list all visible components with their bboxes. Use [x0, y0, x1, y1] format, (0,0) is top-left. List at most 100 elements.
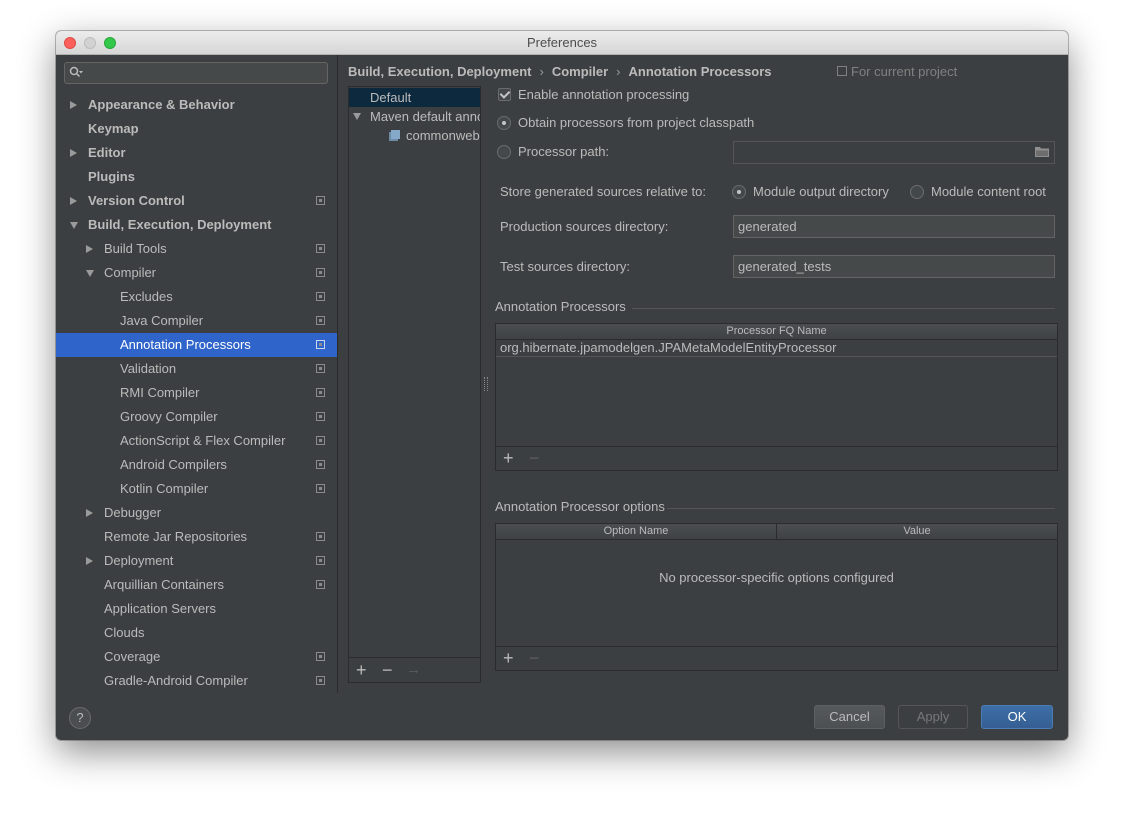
sidebar-item-keymap[interactable]: Keymap — [56, 117, 337, 141]
sidebar-item-java-compiler[interactable]: Java Compiler — [56, 309, 337, 333]
chevron-down-icon[interactable] — [70, 222, 78, 229]
folder-icon[interactable] — [1035, 146, 1049, 157]
sidebar-item-editor[interactable]: Editor — [56, 141, 337, 165]
chevron-down-icon[interactable] — [86, 270, 94, 277]
project-scope-icon — [316, 196, 325, 205]
chevron-right-icon[interactable] — [70, 101, 77, 109]
sidebar-item-label: Appearance & Behavior — [88, 97, 235, 112]
scope-indicator: For current project — [837, 62, 957, 82]
sidebar-item-label: Kotlin Compiler — [120, 481, 209, 496]
sidebar-item-actionscript-flex-compiler[interactable]: ActionScript & Flex Compiler — [56, 429, 337, 453]
obtain-from-classpath-radio[interactable] — [497, 116, 511, 130]
sidebar-item-compiler[interactable]: Compiler — [56, 261, 337, 285]
window-title: Preferences — [526, 35, 598, 50]
sidebar-item-gradle-android-compiler[interactable]: Gradle-Android Compiler — [56, 669, 337, 693]
sidebar-item-annotation-processors[interactable]: Annotation Processors — [56, 333, 337, 357]
remove-processor-button[interactable]: − — [529, 447, 540, 469]
sidebar-item-plugins[interactable]: Plugins — [56, 165, 337, 189]
breadcrumb-part: Build, Execution, Deployment — [348, 64, 532, 79]
processor-fq-name-header[interactable]: Processor FQ Name — [496, 324, 1057, 340]
profile-item-maven-default[interactable]: Maven default annotation processors prof… — [349, 107, 480, 126]
profiles-list: Default Maven default annotation process… — [348, 86, 481, 683]
profile-item-default[interactable]: Default — [349, 88, 480, 107]
sidebar-item-validation[interactable]: Validation — [56, 357, 337, 381]
cancel-button[interactable]: Cancel — [814, 705, 885, 729]
test-sources-label: Test sources directory: — [500, 259, 631, 274]
ok-button[interactable]: OK — [981, 705, 1053, 729]
sidebar-item-arquillian-containers[interactable]: Arquillian Containers — [56, 573, 337, 597]
settings-sidebar: Appearance & Behavior Keymap Editor Plugins… — [56, 55, 338, 693]
splitter-handle[interactable] — [484, 377, 488, 391]
apply-button[interactable]: Apply — [898, 705, 968, 729]
scope-label: For current project — [851, 64, 958, 79]
sidebar-item-label: Coverage — [104, 649, 161, 664]
test-sources-input[interactable]: generated_tests — [733, 255, 1055, 278]
option-name-header[interactable]: Option Name — [496, 524, 777, 540]
close-window-button[interactable] — [64, 37, 76, 49]
add-profile-button[interactable]: + — [356, 659, 367, 681]
sidebar-item-label: Version Control — [88, 193, 185, 208]
chevron-right-icon[interactable] — [70, 149, 77, 157]
move-to-profile-button[interactable]: → — [406, 659, 421, 681]
sidebar-item-excludes[interactable]: Excludes — [56, 285, 337, 309]
chevron-right-icon[interactable] — [70, 197, 77, 205]
search-icon — [69, 66, 83, 78]
sidebar-item-coverage[interactable]: Coverage — [56, 645, 337, 669]
sidebar-item-version-control[interactable]: Version Control — [56, 189, 337, 213]
sidebar-item-build-execution-deployment[interactable]: Build, Execution, Deployment — [56, 213, 337, 237]
sidebar-item-deployment[interactable]: Deployment — [56, 549, 337, 573]
project-scope-icon — [316, 652, 325, 661]
add-processor-button[interactable]: + — [503, 447, 514, 469]
sidebar-item-groovy-compiler[interactable]: Groovy Compiler — [56, 405, 337, 429]
remove-profile-button[interactable]: − — [382, 659, 393, 681]
value-header[interactable]: Value — [777, 524, 1057, 540]
module-item-commonweb[interactable]: commonweb — [349, 126, 480, 145]
module-content-root-radio[interactable] — [910, 185, 924, 199]
sidebar-item-label: Plugins — [88, 169, 135, 184]
project-scope-icon — [316, 436, 325, 445]
chevron-right-icon[interactable] — [86, 557, 93, 565]
zoom-window-button[interactable] — [104, 37, 116, 49]
breadcrumb-part: Compiler — [551, 64, 609, 79]
processor-path-radio[interactable] — [497, 145, 511, 159]
sidebar-item-debugger[interactable]: Debugger — [56, 501, 337, 525]
chevron-right-icon[interactable] — [86, 245, 93, 253]
chevron-right-icon[interactable] — [86, 509, 93, 517]
sidebar-item-application-servers[interactable]: Application Servers — [56, 597, 337, 621]
profiles-toolbar: + − → — [349, 657, 480, 682]
project-scope-icon — [316, 556, 325, 565]
chevron-down-icon[interactable] — [353, 113, 361, 120]
sidebar-item-rmi-compiler[interactable]: RMI Compiler — [56, 381, 337, 405]
profile-label: Maven default annotation processors prof… — [370, 109, 480, 124]
sidebar-item-label: Compiler — [104, 265, 157, 280]
enable-annotation-processing-checkbox[interactable] — [498, 88, 511, 101]
processor-path-field[interactable] — [733, 141, 1055, 164]
project-scope-icon — [316, 460, 325, 469]
sidebar-item-clouds[interactable]: Clouds — [56, 621, 337, 645]
sidebar-item-kotlin-compiler[interactable]: Kotlin Compiler — [56, 477, 337, 501]
sidebar-item-label: Excludes — [120, 289, 173, 304]
settings-search-input[interactable] — [64, 62, 328, 84]
sidebar-item-remote-jar-repositories[interactable]: Remote Jar Repositories — [56, 525, 337, 549]
obtain-from-classpath-label: Obtain processors from project classpath — [518, 115, 755, 130]
module-output-label: Module output directory — [753, 184, 889, 199]
sidebar-item-android-compilers[interactable]: Android Compilers — [56, 453, 337, 477]
production-sources-input[interactable]: generated — [733, 215, 1055, 238]
project-scope-icon — [316, 244, 325, 253]
processor-options-section-title: Annotation Processor options — [495, 499, 665, 514]
annotation-processors-section-title: Annotation Processors — [495, 299, 626, 314]
help-button[interactable]: ? — [69, 707, 91, 729]
minimize-window-button[interactable] — [84, 37, 96, 49]
section-divider — [632, 308, 1055, 309]
sidebar-item-build-tools[interactable]: Build Tools — [56, 237, 337, 261]
table-row[interactable]: org.hibernate.jpamodelgen.JPAMetaModelEn… — [496, 339, 1057, 357]
empty-options-message: No processor-specific options configured — [659, 570, 894, 585]
sidebar-item-label: RMI Compiler — [120, 385, 200, 400]
remove-option-button[interactable]: − — [529, 647, 540, 669]
sidebar-item-label: Java Compiler — [120, 313, 204, 328]
enable-annotation-processing-label: Enable annotation processing — [518, 87, 690, 102]
sidebar-item-appearance-behavior[interactable]: Appearance & Behavior — [56, 93, 337, 117]
add-option-button[interactable]: + — [503, 647, 514, 669]
project-scope-icon — [316, 316, 325, 325]
module-output-radio[interactable] — [732, 185, 746, 199]
